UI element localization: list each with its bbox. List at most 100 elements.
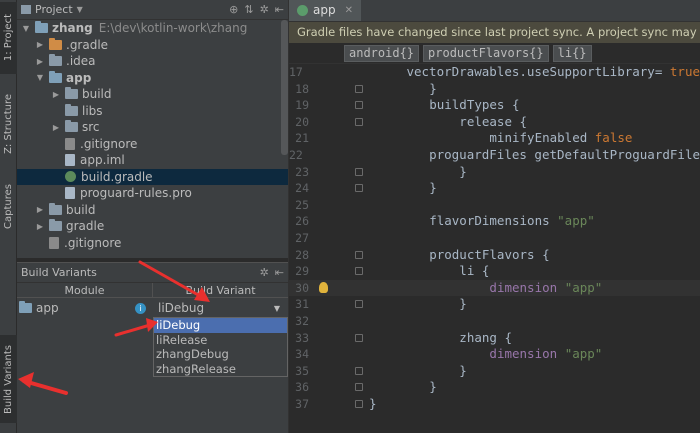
file-icon <box>49 236 59 249</box>
tool-window-stripe: 1: Project Z: Structure Captures Build V… <box>0 0 17 433</box>
fold-marker-icon[interactable] <box>355 167 363 176</box>
editor-tab-app[interactable]: app ✕ <box>289 0 361 21</box>
project-scrollbar[interactable] <box>281 20 288 155</box>
collapsed-arrow-icon[interactable]: ▶ <box>35 205 45 214</box>
code-line[interactable]: 37} <box>289 396 700 413</box>
code-token: release { <box>369 113 528 129</box>
fold-marker-icon[interactable] <box>355 84 363 93</box>
breadcrumb-product-flavors[interactable]: productFlavors{} <box>423 44 549 62</box>
collapsed-arrow-icon[interactable]: ▶ <box>35 40 45 49</box>
fold-marker-icon[interactable] <box>355 101 363 110</box>
expand-arrow-icon[interactable]: ▼ <box>35 73 45 82</box>
collapsed-arrow-icon[interactable]: ▶ <box>35 57 45 66</box>
code-token: } <box>369 80 437 96</box>
code-line[interactable]: 22 proguardFiles getDefaultProguardFile <box>289 147 700 164</box>
code-token: } <box>369 180 437 196</box>
code-line[interactable]: 33 zhang { <box>289 330 700 347</box>
code-token: zhang { <box>369 329 512 345</box>
code-line[interactable]: 20 release { <box>289 114 700 131</box>
tree-item-src[interactable]: ▶ src <box>17 119 288 136</box>
project-tool-tab-label: 1: Project <box>3 14 14 62</box>
tree-item-idea[interactable]: ▶ .idea <box>17 53 288 70</box>
fold-marker-icon[interactable] <box>355 399 363 408</box>
code-line[interactable]: 30 dimension "app" <box>289 279 700 297</box>
tree-item-label: app <box>66 70 92 85</box>
code-line[interactable]: 21 minifyEnabled false <box>289 130 700 147</box>
code-line[interactable]: 35 } <box>289 363 700 380</box>
tree-item-proguard[interactable]: proguard-rules.pro <box>17 185 288 202</box>
code-line[interactable]: 27 <box>289 230 700 247</box>
tree-item-gradle[interactable]: ▶ gradle <box>17 218 288 235</box>
fold-marker-icon[interactable] <box>355 267 363 276</box>
variant-select[interactable]: liDebug ▼ <box>152 301 288 315</box>
gutter <box>311 97 369 114</box>
code-line[interactable]: 24 } <box>289 180 700 197</box>
code-line[interactable]: 26 flavorDimensions "app" <box>289 213 700 230</box>
code-line[interactable]: 25 <box>289 197 700 214</box>
code-line[interactable]: 23 } <box>289 164 700 181</box>
collapsed-arrow-icon[interactable]: ▶ <box>35 222 45 231</box>
project-panel-title[interactable]: Project <box>35 3 73 16</box>
tree-item-app-iml[interactable]: app.iml <box>17 152 288 169</box>
tree-item-label: app.iml <box>80 153 125 168</box>
collapsed-arrow-icon[interactable]: ▶ <box>51 90 61 99</box>
fold-marker-icon[interactable] <box>355 117 363 126</box>
close-icon[interactable]: ✕ <box>345 5 353 16</box>
expand-arrow-icon[interactable]: ▼ <box>21 24 31 33</box>
info-icon[interactable]: i <box>135 302 146 314</box>
tree-item-build-gradle[interactable]: build.gradle <box>17 168 288 185</box>
code-line[interactable]: 36 } <box>289 379 700 396</box>
chevron-down-icon[interactable]: ▼ <box>274 304 280 313</box>
folder-icon <box>65 120 78 133</box>
tree-item-build[interactable]: ▶ build <box>17 86 288 103</box>
variant-option[interactable]: liRelease <box>154 333 287 348</box>
code-line[interactable]: 31 } <box>289 296 700 313</box>
code-view[interactable]: 17 vectorDrawables.useSupportLibrary= tr… <box>289 64 700 412</box>
chevron-down-icon[interactable]: ▼ <box>77 5 83 14</box>
tree-root[interactable]: ▼ zhang E:\dev\kotlin-work\zhang <box>17 20 288 37</box>
fold-marker-icon[interactable] <box>355 184 363 193</box>
fold-marker-icon[interactable] <box>355 250 363 259</box>
fold-marker-icon[interactable] <box>355 300 363 309</box>
hide-icon[interactable]: ⇤ <box>275 266 284 279</box>
variant-option[interactable]: liDebug <box>154 318 287 333</box>
fold-marker-icon[interactable] <box>355 333 363 342</box>
variant-option[interactable]: zhangRelease <box>154 362 287 377</box>
tree-item-root-build[interactable]: ▶ build <box>17 202 288 219</box>
code-line[interactable]: 34 dimension "app" <box>289 346 700 363</box>
captures-tool-tab[interactable]: Captures <box>0 175 17 237</box>
module-folder-icon <box>19 301 32 313</box>
gutter <box>311 346 369 363</box>
gear-icon[interactable]: ✲ <box>260 3 269 16</box>
code-token: } <box>369 362 467 378</box>
lightbulb-icon[interactable] <box>319 281 328 293</box>
code-line[interactable]: 19 buildTypes { <box>289 97 700 114</box>
code-line[interactable]: 32 <box>289 313 700 330</box>
variant-option[interactable]: zhangDebug <box>154 347 287 362</box>
structure-tool-tab[interactable]: Z: Structure <box>0 88 17 160</box>
collapsed-arrow-icon[interactable]: ▶ <box>51 123 61 132</box>
tree-item-app[interactable]: ▼ app <box>17 70 288 87</box>
tree-item-gitignore[interactable]: .gitignore <box>17 136 288 153</box>
gear-icon[interactable]: ✲ <box>260 266 269 279</box>
tree-item-label: gradle <box>66 219 105 234</box>
code-line[interactable]: 18 } <box>289 81 700 98</box>
code-line[interactable]: 29 li { <box>289 263 700 280</box>
build-variants-tool-tab[interactable]: Build Variants <box>0 335 17 423</box>
tree-item-gradle-dir[interactable]: ▶ .gradle <box>17 37 288 54</box>
folder-icon <box>65 87 78 100</box>
sync-icon[interactable]: ⊕ <box>229 3 238 16</box>
editor-tab-bar: app ✕ <box>289 0 700 22</box>
hide-icon[interactable]: ⇤ <box>275 3 284 16</box>
breadcrumb-android[interactable]: android{} <box>344 44 420 62</box>
fold-marker-icon[interactable] <box>355 366 363 375</box>
breadcrumb-li[interactable]: li{} <box>552 44 592 62</box>
tree-item-libs[interactable]: libs <box>17 103 288 120</box>
fold-marker-icon[interactable] <box>355 383 363 392</box>
code-line[interactable]: 28 productFlavors { <box>289 247 700 264</box>
line-number: 18 <box>295 81 309 96</box>
code-line[interactable]: 17 vectorDrawables.useSupportLibrary= tr… <box>289 64 700 81</box>
collapse-icon[interactable]: ⇅ <box>244 3 253 16</box>
project-tool-tab[interactable]: 1: Project <box>0 2 17 74</box>
tree-item-root-gitignore[interactable]: .gitignore <box>17 235 288 252</box>
